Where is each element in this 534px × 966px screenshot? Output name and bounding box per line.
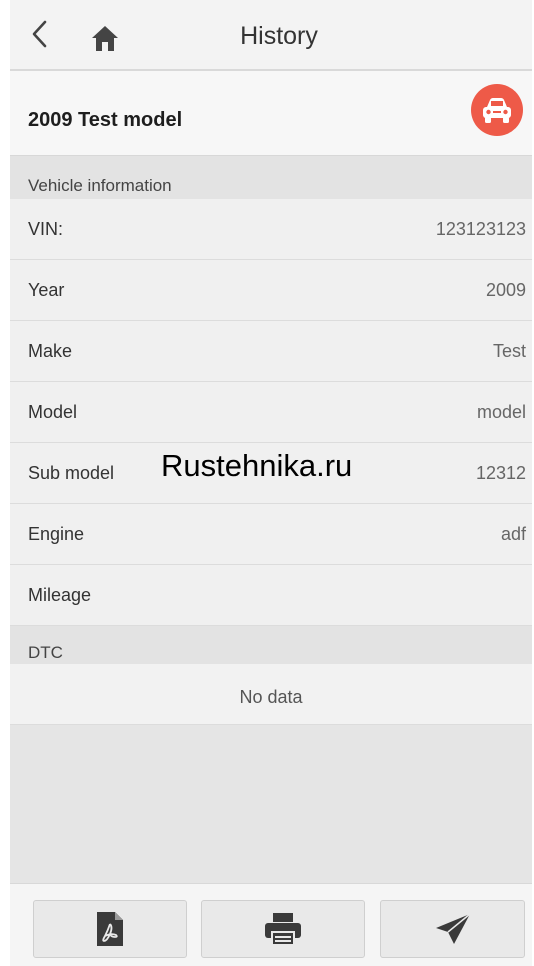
pdf-icon: [97, 912, 123, 946]
print-button[interactable]: [201, 900, 365, 958]
section-vehicle-information: Vehicle information: [10, 156, 532, 199]
info-label: Mileage: [28, 585, 92, 605]
page-title: History: [240, 22, 318, 50]
bottom-toolbar: [10, 883, 532, 966]
info-row-vin[interactable]: VIN: 123123123: [10, 199, 532, 260]
info-row-year[interactable]: Year 2009: [10, 260, 532, 321]
info-value: model: [476, 402, 526, 422]
info-value: 2009: [485, 280, 526, 300]
send-icon: [435, 913, 470, 944]
empty-area: [10, 725, 532, 883]
info-value: 12312: [475, 463, 526, 483]
info-row-engine[interactable]: Engine adf: [10, 504, 532, 565]
info-row-mileage[interactable]: Mileage: [10, 565, 532, 626]
car-badge[interactable]: [471, 84, 523, 136]
section-dtc: DTC: [10, 626, 532, 664]
info-value: Test: [492, 341, 526, 361]
car-icon: [483, 98, 511, 123]
history-screen: History 2009 Test model Vehicle informat…: [10, 0, 532, 966]
info-row-model[interactable]: Model model: [10, 382, 532, 443]
info-label: Engine: [28, 524, 85, 544]
vehicle-title-row: 2009 Test model: [10, 71, 532, 156]
vehicle-title: 2009 Test model: [28, 109, 183, 131]
pdf-button[interactable]: [33, 900, 187, 958]
top-bar: History: [10, 0, 532, 71]
dtc-empty-row: No data: [10, 664, 532, 725]
info-label: Make: [28, 341, 73, 361]
info-label: Sub model: [28, 463, 115, 483]
printer-icon: [265, 913, 301, 946]
no-data-text: No data: [239, 687, 303, 707]
info-row-make[interactable]: Make Test: [10, 321, 532, 382]
info-value: 123123123: [435, 219, 526, 239]
info-label: Model: [28, 402, 78, 422]
send-button[interactable]: [380, 900, 525, 958]
info-label: VIN:: [28, 219, 64, 239]
info-value: adf: [500, 524, 526, 544]
watermark-text: Rustehnika.ru: [161, 448, 353, 483]
info-label: Year: [28, 280, 65, 300]
